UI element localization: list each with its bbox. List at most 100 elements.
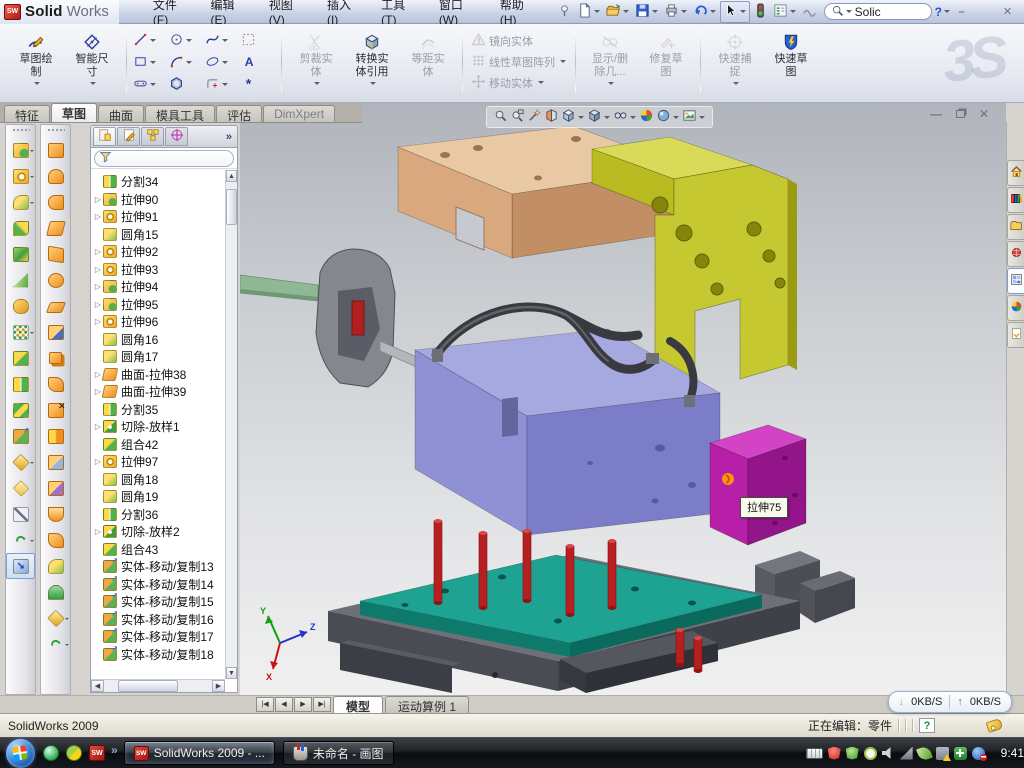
tag-icon[interactable] [986,718,1004,733]
panel-tab-configmanager[interactable] [141,127,164,146]
dome-button[interactable] [41,579,70,605]
expand-arrow-icon[interactable]: ▷ [93,265,103,274]
section-button[interactable] [544,108,559,126]
tree-item[interactable]: ▷ 拉伸96 [91,313,225,331]
sheet-nav-prev-button[interactable]: ◀ [275,697,293,712]
delete-face-button[interactable] [41,397,70,423]
doc-minimize-button[interactable]: — [928,107,944,121]
tab-草图[interactable]: 草图 [51,103,97,122]
ribbon-point-button[interactable]: * [241,76,275,94]
expand-arrow-icon[interactable]: ▷ [93,300,103,309]
tab-DimXpert[interactable]: DimXpert [263,105,335,122]
plane-button[interactable] [6,475,35,501]
rebuild-button[interactable] [751,2,770,22]
tree-item[interactable]: ▷ 拉伸94 [91,278,225,296]
keyboard-icon[interactable] [806,748,823,759]
start-button[interactable] [6,739,35,768]
tree-item[interactable]: ▷ 曲面-拉伸39 [91,383,225,401]
instant3d-button[interactable] [6,553,35,579]
tree-item[interactable]: 圆角18 [91,471,225,489]
extruded-cut-button[interactable] [6,163,35,189]
save-button[interactable] [633,2,661,22]
boundary-surface-button[interactable] [41,241,70,267]
ribbon-arc-button[interactable] [169,54,203,72]
tab-曲面[interactable]: 曲面 [98,105,144,122]
tree-item[interactable]: 组合43 [91,541,225,559]
ribbon-转换实体引用-button[interactable]: 转换实 体引用 [344,29,400,95]
expand-arrow-icon[interactable]: ▷ [93,457,103,466]
pin-button[interactable] [555,2,574,22]
task-pane-tab-search-globe[interactable] [1007,241,1024,267]
ribbon-sketch-fillet-button[interactable]: + [205,76,239,94]
wrap-button[interactable] [6,293,35,319]
tree-filter-input[interactable] [94,150,234,167]
toolbar-grip[interactable] [12,128,30,133]
tree-item[interactable]: 实体-移动/复制16 [91,611,225,629]
planar-surface-button[interactable] [41,293,70,319]
combine-button[interactable] [6,345,35,371]
task-pane-tab-custom-properties[interactable] [1007,322,1024,348]
tree-item[interactable]: 组合42 [91,436,225,454]
draft-button[interactable] [6,267,35,293]
reference-geometry2-button[interactable] [41,605,70,631]
zoomfit-button[interactable] [493,108,508,126]
ribbon-快速草图-button[interactable]: 快速草 图 [763,29,819,95]
antivirus-shield-icon[interactable] [828,747,841,760]
expand-arrow-icon[interactable]: ▷ [93,212,103,221]
panel-tab-featuremanager[interactable] [93,127,116,146]
network-speed-widget[interactable]: ↓ 0KB/S ↑ 0KB/S [888,691,1012,713]
surface-fillet-button[interactable] [41,553,70,579]
signal-icon[interactable] [900,747,913,760]
task-button[interactable]: 未命名 - 画图 [283,741,394,765]
task-pane-tab-home[interactable] [1007,160,1024,186]
orient-button[interactable] [561,108,585,126]
tree-item[interactable]: ▷ 拉伸90 [91,191,225,209]
ribbon-rectangle-button[interactable] [133,54,167,72]
search-box[interactable]: Solic [824,3,932,20]
network-warning-icon[interactable] [936,747,949,760]
close-button[interactable]: ✕ [999,5,1016,19]
expand-arrow-icon[interactable]: ▷ [93,422,103,431]
sync-blocked-icon[interactable] [972,747,985,760]
revolved-surface-button[interactable] [41,163,70,189]
bodies-button[interactable] [6,397,35,423]
tree-horizontal-scrollbar[interactable]: ◀ ▶ [91,679,225,692]
tree-item[interactable]: 圆角16 [91,331,225,349]
doc-tab-运动算例 1[interactable]: 运动算例 1 [385,696,469,713]
task-pane-tab-file-explorer[interactable] [1007,214,1024,240]
tree-item[interactable]: 实体-移动/复制13 [91,558,225,576]
scene-button[interactable] [656,108,680,126]
scroll-left-arrow[interactable]: ◀ [91,680,104,692]
swept-button[interactable] [6,215,35,241]
doc-close-button[interactable]: ✕ [976,107,992,121]
trim-surface-button[interactable] [41,501,70,527]
quick-launch-app-ball-icon[interactable] [66,745,82,761]
tree-item[interactable]: ▷ 曲面-拉伸38 [91,366,225,384]
ribbon-line-button[interactable] [133,32,167,50]
ribbon-ellipse-button[interactable] [205,54,239,72]
ribbon-polygon-button[interactable] [169,76,203,94]
task-pane-tab-design-library[interactable] [1007,187,1024,213]
move-copy-button[interactable] [6,423,35,449]
display-button[interactable] [587,108,611,126]
tree-item[interactable]: 分割35 [91,401,225,419]
panel-expand-chevron[interactable]: » [226,131,235,143]
options-button[interactable] [771,2,799,22]
replace-face-button[interactable] [41,423,70,449]
quick-tips-icon[interactable]: ? [919,718,935,733]
quick-launch-messenger-icon[interactable] [43,745,59,761]
graphics-viewport[interactable]: Y Z X — ✕ 拉伸75 [240,103,1006,695]
help-button[interactable]: ? [933,4,953,20]
curve2-button[interactable] [41,631,70,657]
swept-surface-button[interactable] [41,137,70,163]
panel-tab-propertymanager[interactable] [117,127,140,146]
expand-arrow-icon[interactable]: ▷ [93,247,103,256]
extruded-boss-button[interactable] [6,137,35,163]
ribbon-select-box-button[interactable] [241,32,275,50]
tree-item[interactable]: ▷ 拉伸92 [91,243,225,261]
tree-item[interactable]: 实体-移动/复制14 [91,576,225,594]
freeform-surface-button[interactable] [41,267,70,293]
scroll-down-arrow[interactable]: ▼ [226,667,237,679]
task-button[interactable]: SWSolidWorks 2009 - ... [124,741,275,765]
task-pane-tab-view-palette[interactable] [1007,268,1024,294]
